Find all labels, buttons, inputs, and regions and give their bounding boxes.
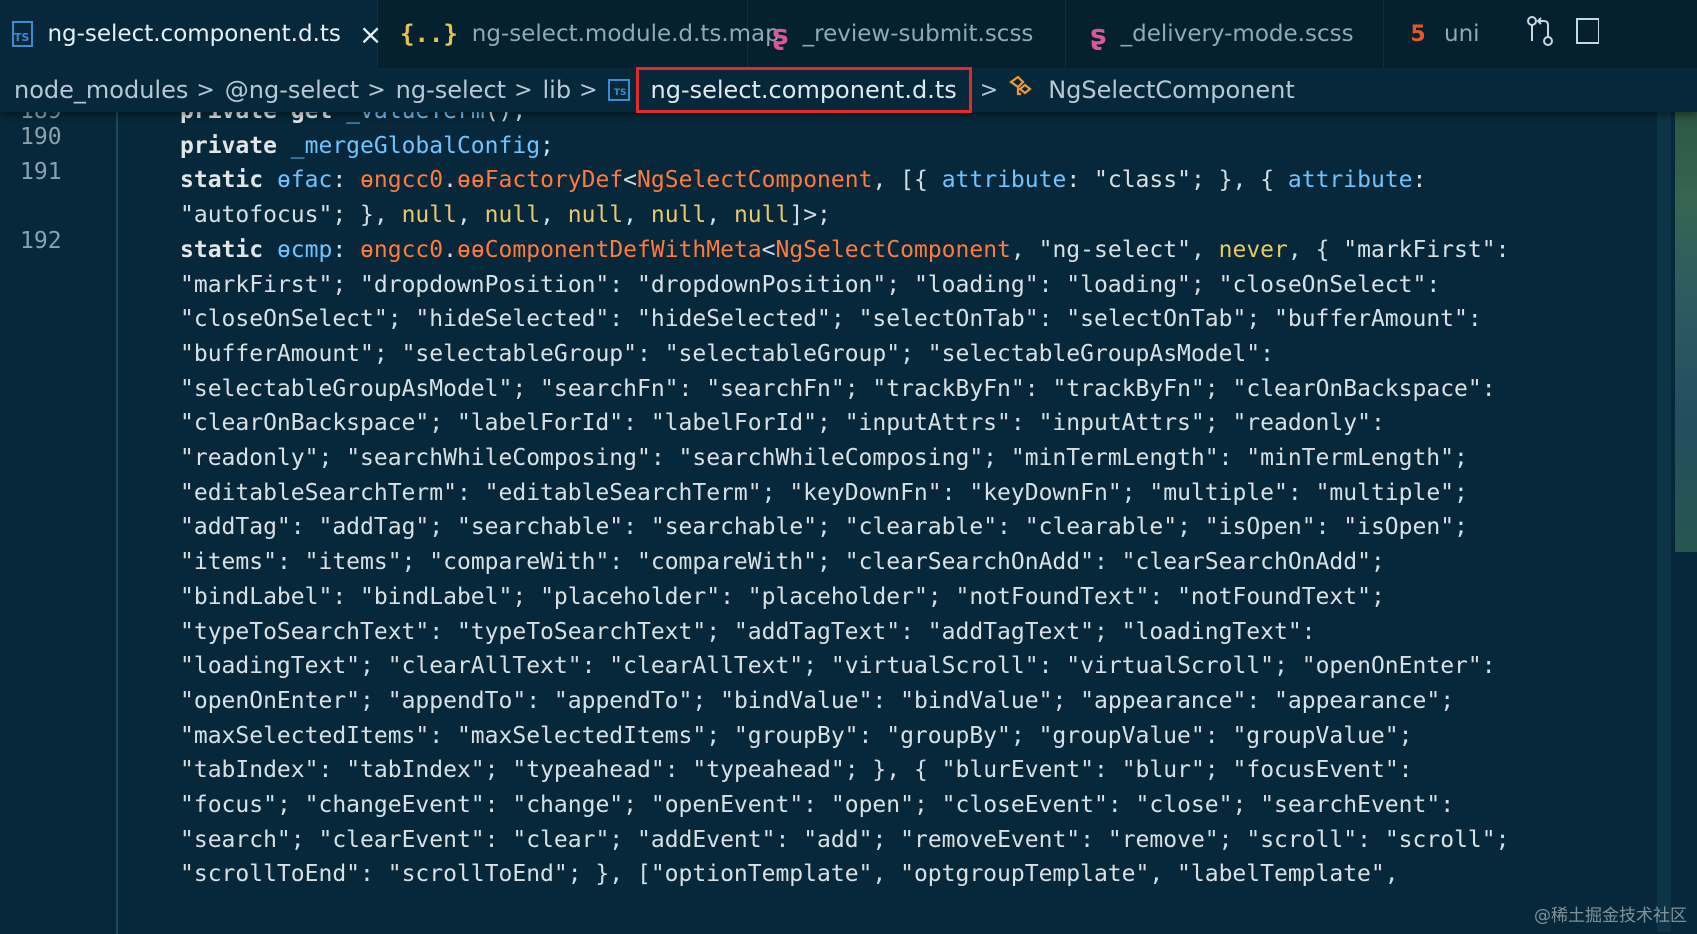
tab-label: _review-submit.scss (802, 21, 1034, 47)
code-line: "bindLabel": "bindLabel"; "placeholder":… (180, 583, 1385, 610)
code-line: "autofocus"; }, null, null, null, null, … (180, 202, 831, 229)
html-file-icon: 5 (1410, 21, 1426, 47)
editor-tab-bar: TS ng-select.component.d.ts × {..} ng-se… (0, 0, 1697, 69)
code-line: "addTag": "addTag"; "searchable": "searc… (180, 514, 1468, 541)
tab-review-submit-scss[interactable]: ʂ _review-submit.scss (748, 0, 1066, 68)
source-control-compare-icon[interactable] (1525, 15, 1555, 54)
code-line: private _mergeGlobalConfig; (180, 132, 554, 159)
tab-label: ng-select.component.d.ts (47, 21, 341, 47)
tab-delivery-mode-scss[interactable]: ʂ _delivery-mode.scss (1066, 0, 1384, 68)
code-line: static ɵcmp: ɵngcc0.ɵɵComponentDefWithMe… (180, 236, 1510, 263)
typescript-file-icon: TS (12, 21, 34, 47)
breadcrumb-item-file[interactable]: ng-select.component.d.ts (635, 67, 972, 113)
breadcrumb: node_modules > @ng-select > ng-select > … (0, 67, 1697, 113)
sass-file-icon: ʂ (1090, 17, 1107, 51)
line-number: 191 (20, 159, 62, 185)
breadcrumb-item-lib[interactable]: lib (543, 76, 572, 104)
code-line: private get _valueTerm(); (180, 112, 526, 124)
chevron-right-icon: > (196, 77, 215, 103)
code-line: "typeToSearchText": "typeToSearchText"; … (180, 618, 1316, 645)
line-number-gutter: 189 190 191 192 (0, 112, 118, 934)
json-file-icon: {..} (400, 20, 458, 48)
chevron-right-icon: > (579, 77, 598, 103)
class-symbol-icon (1008, 74, 1034, 106)
tab-label: _delivery-mode.scss (1120, 21, 1354, 47)
breadcrumb-item-symbol[interactable]: NgSelectComponent (1048, 76, 1295, 104)
code-line: "markFirst"; "dropdownPosition": "dropdo… (180, 271, 1441, 298)
breadcrumb-item-ng-select-scope[interactable]: @ng-select (225, 76, 359, 104)
tab-uni[interactable]: 5 uni (1384, 0, 1507, 68)
editor-actions (1507, 0, 1600, 68)
typescript-file-icon: TS (607, 79, 630, 101)
code-editor[interactable]: 189 190 191 192 private get _valueTerm()… (0, 112, 1697, 934)
line-number: 192 (20, 228, 62, 254)
code-line: "clearOnBackspace"; "labelForId": "label… (180, 410, 1385, 437)
tab-label: ng-select.module.d.ts.map (471, 21, 780, 47)
code-line: "tabIndex": "tabIndex"; "typeahead": "ty… (180, 757, 1413, 784)
tab-ng-select-component[interactable]: TS ng-select.component.d.ts × (0, 0, 382, 68)
code-line: "closeOnSelect"; "hideSelected": "hideSe… (180, 306, 1482, 333)
split-editor-icon[interactable] (1575, 15, 1600, 54)
code-line: "maxSelectedItems": "maxSelectedItems"; … (180, 722, 1413, 749)
code-line: "loadingText"; "clearAllText": "clearAll… (180, 653, 1496, 680)
watermark: @稀土掘金技术社区 (1534, 906, 1687, 926)
minimap[interactable] (1675, 112, 1697, 552)
sass-file-icon: ʂ (772, 17, 789, 51)
scrollbar[interactable] (1657, 112, 1671, 932)
code-line: "readonly"; "searchWhileComposing": "sea… (180, 445, 1468, 471)
code-line: "selectableGroupAsModel"; "searchFn": "s… (180, 375, 1496, 402)
chevron-right-icon: > (979, 77, 999, 103)
line-number: 189 (20, 112, 62, 124)
chevron-right-icon: > (367, 77, 386, 103)
code-line: "search"; "clearEvent": "clear"; "addEve… (180, 826, 1510, 853)
code-line: "bufferAmount"; "selectableGroup": "sele… (180, 340, 1274, 367)
code-line: "scrollToEnd": "scrollToEnd"; }, ["optio… (180, 861, 1399, 888)
code-line: "editableSearchTerm": "editableSearchTer… (180, 479, 1468, 506)
breadcrumb-item-node-modules[interactable]: node_modules (14, 76, 188, 104)
line-number: 190 (20, 124, 62, 150)
code-line: "focus"; "changeEvent": "change"; "openE… (180, 792, 1455, 818)
code-line: "items": "items"; "compareWith": "compar… (180, 549, 1385, 576)
breadcrumb-item-ng-select[interactable]: ng-select (396, 76, 506, 104)
tab-label: uni (1444, 21, 1480, 47)
code-line: "openOnEnter"; "appendTo": "appendTo"; "… (180, 687, 1455, 714)
chevron-right-icon: > (514, 77, 533, 103)
code-line: static ɵfac: ɵngcc0.ɵɵFactoryDef<NgSelec… (180, 167, 1427, 194)
tab-ng-select-module-map[interactable]: {..} ng-select.module.d.ts.map (378, 0, 780, 68)
